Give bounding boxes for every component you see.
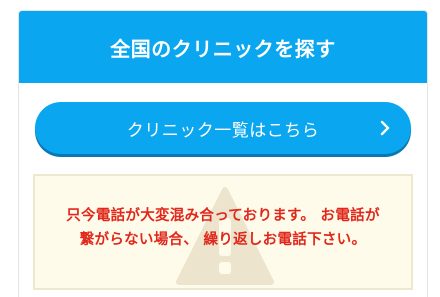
card-title: 全国のクリニックを探す	[110, 36, 336, 61]
page: 全国のクリニックを探す クリニック一覧はこちら 只今電話が大変混み合っております…	[0, 0, 440, 297]
chevron-right-icon	[380, 120, 390, 136]
clinic-list-button[interactable]: クリニック一覧はこちら	[35, 102, 411, 154]
card-header: 全国のクリニックを探す	[19, 11, 427, 83]
congestion-notice: 只今電話が大変混み合っております。 お電話が 繋がらない場合、 繰り返しお電話下…	[33, 174, 413, 290]
clinic-list-button-label: クリニック一覧はこちら	[126, 120, 320, 141]
notice-message: 只今電話が大変混み合っております。 お電話が 繋がらない場合、 繰り返しお電話下…	[35, 204, 411, 252]
clinic-search-card: 全国のクリニックを探す クリニック一覧はこちら 只今電話が大変混み合っております…	[18, 10, 428, 297]
notice-line-2: 繋がらない場合、 繰り返しお電話下さい。	[79, 232, 367, 248]
notice-line-1: 只今電話が大変混み合っております。 お電話が	[66, 208, 380, 224]
